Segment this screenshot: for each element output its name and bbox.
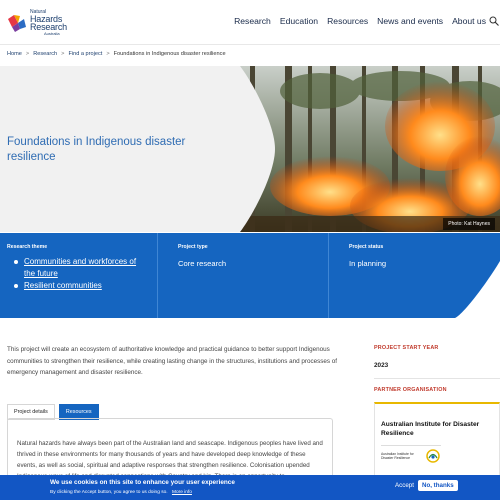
nav-news-and-events[interactable]: News and events bbox=[377, 16, 443, 26]
breadcrumb-current: Foundations in Indigenous disaster resil… bbox=[113, 51, 226, 57]
breadcrumb-find-a-project[interactable]: Find a project bbox=[68, 51, 102, 57]
research-theme-heading: Research theme bbox=[7, 244, 48, 250]
partner-name: Australian Institute for Disaster Resili… bbox=[381, 421, 480, 437]
breadcrumb-home[interactable]: Home bbox=[7, 51, 22, 57]
page-title: Foundations in Indigenous disaster resil… bbox=[7, 136, 186, 163]
main-nav: Research Education Resources News and ev… bbox=[234, 16, 486, 26]
breadcrumb-research[interactable]: Research bbox=[33, 51, 57, 57]
nav-education[interactable]: Education bbox=[280, 16, 318, 26]
project-status-section: Project status In planning bbox=[349, 244, 386, 268]
cookie-accept-button[interactable]: Accept bbox=[395, 482, 414, 489]
site-header: Natural Hazards Research Australia Resea… bbox=[0, 0, 500, 44]
nav-about-us[interactable]: About us bbox=[452, 16, 486, 26]
nav-resources[interactable]: Resources bbox=[327, 16, 368, 26]
breadcrumb-separator: > bbox=[106, 51, 110, 57]
research-theme-section: Research theme Communities and workforce… bbox=[7, 244, 137, 292]
bullet-icon bbox=[14, 260, 18, 264]
breadcrumb-separator: > bbox=[61, 51, 65, 57]
theme-link-communities[interactable]: Communities and workforces of the future bbox=[24, 257, 136, 278]
cookie-decline-button[interactable]: No, thanks bbox=[418, 480, 458, 491]
partner-logo: Australian Institute for Disaster Resili… bbox=[381, 445, 441, 463]
partner-logo-line-2: Disaster Resilience bbox=[381, 456, 411, 460]
logo-line-3: Research bbox=[30, 22, 67, 32]
site-logo[interactable]: Natural Hazards Research Australia bbox=[6, 9, 67, 37]
logo-wordmark: Natural Hazards Research Australia bbox=[30, 10, 67, 37]
research-theme-item: Resilient communities bbox=[7, 280, 137, 292]
cookie-title: We use cookies on this site to enhance y… bbox=[50, 479, 235, 486]
partner-card[interactable]: Australian Institute for Disaster Resili… bbox=[374, 402, 500, 477]
cookie-text: By clicking the Accept button, you agree… bbox=[50, 490, 192, 495]
breadcrumb-separator: > bbox=[25, 51, 30, 57]
logo-mark-icon bbox=[8, 15, 26, 32]
project-status-value: In planning bbox=[349, 259, 387, 268]
project-type-heading: Project type bbox=[178, 244, 208, 250]
project-status-heading: Project status bbox=[349, 244, 384, 250]
project-type-section: Project type Core research bbox=[178, 244, 226, 268]
breadcrumb: Home > Research > Find a project > Found… bbox=[7, 51, 226, 57]
info-column-divider bbox=[328, 233, 329, 318]
partner-logo-text: Australian Institute for Disaster Resili… bbox=[381, 452, 414, 460]
photo-credit: Photo: Kat Haynes bbox=[443, 218, 495, 230]
bullet-icon bbox=[14, 284, 18, 288]
research-theme-list: Communities and workforces of the future… bbox=[7, 256, 137, 292]
sidebar-divider bbox=[374, 378, 500, 379]
partner-organisation-label: PARTNER ORGANISATION bbox=[374, 387, 447, 393]
research-theme-item: Communities and workforces of the future bbox=[7, 256, 137, 280]
nav-research[interactable]: Research bbox=[234, 16, 271, 26]
project-intro: This project will create an ecosystem of… bbox=[7, 346, 338, 376]
cookie-message: By clicking the Accept button, you agree… bbox=[50, 490, 168, 495]
project-type-value: Core research bbox=[178, 259, 227, 268]
project-start-year-value: 2023 bbox=[374, 362, 389, 369]
partner-logo-emblem-icon bbox=[426, 449, 440, 463]
cookie-more-info-link[interactable]: More info bbox=[172, 490, 192, 495]
project-start-year-label: PROJECT START YEAR bbox=[374, 345, 439, 351]
theme-link-resilient-communities[interactable]: Resilient communities bbox=[24, 281, 102, 290]
search-icon[interactable] bbox=[489, 16, 499, 26]
header-divider bbox=[0, 44, 500, 45]
info-column-divider bbox=[157, 233, 158, 318]
